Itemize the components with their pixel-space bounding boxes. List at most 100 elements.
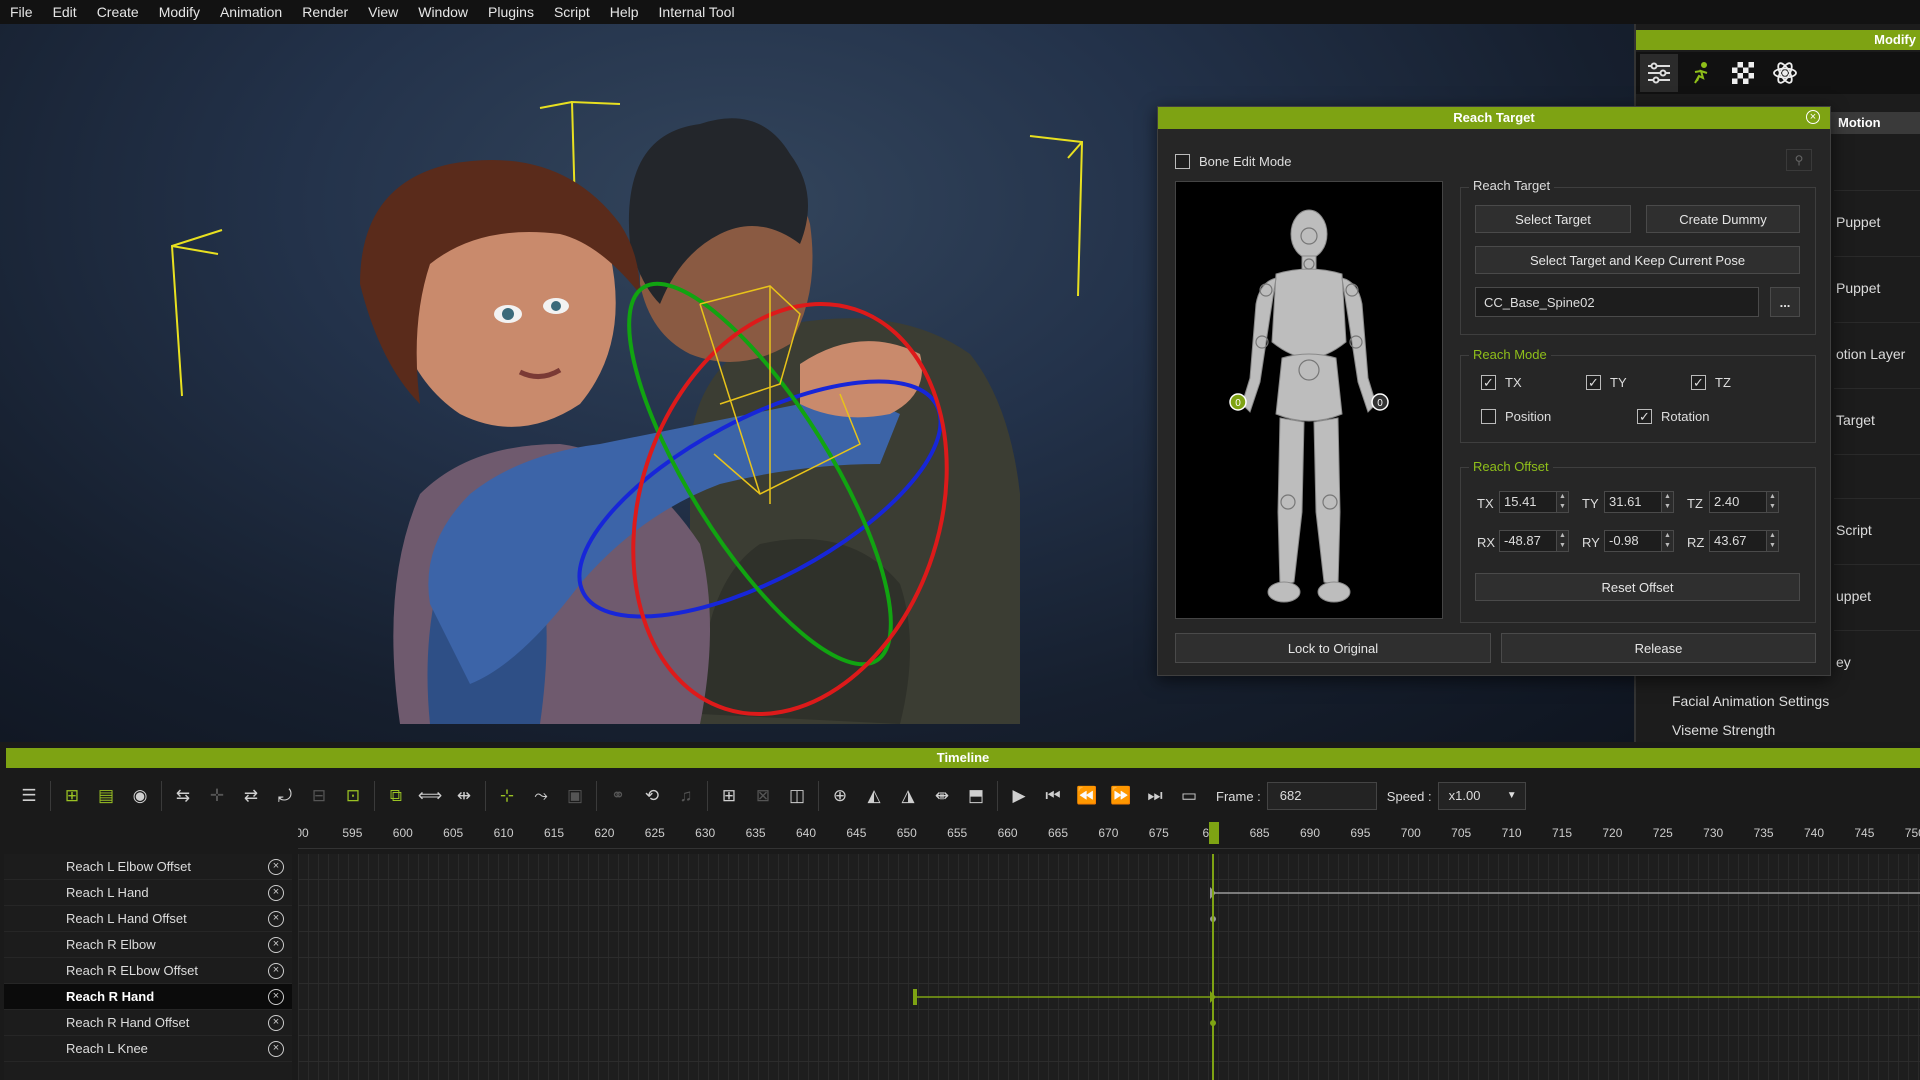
select-target-keep-pose-button[interactable]: Select Target and Keep Current Pose: [1475, 246, 1800, 274]
offset-rz-spinner[interactable]: 43.67 ▲ ▼: [1709, 530, 1779, 552]
next-frame-icon[interactable]: ⏩: [1104, 780, 1138, 812]
mode-tz-checkbox[interactable]: ✓: [1691, 375, 1706, 390]
side-item-script[interactable]: Script: [1834, 498, 1920, 560]
browse-button[interactable]: ...: [1770, 287, 1800, 317]
offset-rx-value[interactable]: -48.87: [1499, 530, 1557, 552]
menu-modify[interactable]: Modify: [149, 0, 210, 24]
offset-rz-arrows[interactable]: ▲ ▼: [1767, 530, 1779, 552]
break-clip-icon[interactable]: ⧉: [379, 780, 413, 812]
menu-view[interactable]: View: [358, 0, 408, 24]
mode-position-checkbox[interactable]: [1481, 409, 1496, 424]
collect-clip-icon[interactable]: ⊞: [55, 780, 89, 812]
key-tools-icon[interactable]: ⊹: [490, 780, 524, 812]
menu-animation[interactable]: Animation: [210, 0, 292, 24]
checker-icon[interactable]: [1724, 54, 1762, 92]
track-reach-l-elbow-offset[interactable]: Reach L Elbow Offset ×: [4, 854, 292, 880]
offset-tz-spinner[interactable]: 2.40 ▲ ▼: [1709, 491, 1779, 513]
offset-ry-spinner[interactable]: -0.98 ▲ ▼: [1604, 530, 1674, 552]
loop-icon[interactable]: ⟲: [635, 780, 669, 812]
play-icon[interactable]: ▶: [1002, 780, 1036, 812]
facial-animation-settings[interactable]: Facial Animation Settings: [1672, 693, 1829, 709]
offset-rx-spinner[interactable]: -48.87 ▲ ▼: [1499, 530, 1569, 552]
side-item-motion-layer[interactable]: otion Layer: [1834, 322, 1920, 384]
track-list-icon[interactable]: ☰: [12, 780, 46, 812]
side-item-puppet-3[interactable]: uppet: [1834, 564, 1920, 626]
offset-rx-arrows[interactable]: ▲ ▼: [1557, 530, 1569, 552]
clip-icon[interactable]: ⊡: [336, 780, 370, 812]
offset-ry-value[interactable]: -0.98: [1604, 530, 1662, 552]
clip-layer-icon[interactable]: ▤: [89, 780, 123, 812]
export-range-icon[interactable]: ⬒: [959, 780, 993, 812]
frame-input[interactable]: 682: [1266, 782, 1377, 810]
menu-edit[interactable]: Edit: [43, 0, 87, 24]
release-button[interactable]: Release: [1501, 633, 1816, 663]
create-dummy-button[interactable]: Create Dummy: [1646, 205, 1800, 233]
atom-icon[interactable]: [1766, 54, 1804, 92]
timeline-ruler[interactable]: 00 595 600 605 610 615 620 625 630 635 640 645 650 65…: [298, 824, 1920, 849]
zoom-icon[interactable]: ⊕: [823, 780, 857, 812]
remove-track-icon[interactable]: ×: [268, 1015, 284, 1031]
remove-track-icon[interactable]: ×: [268, 885, 284, 901]
track-reach-r-elbow-offset[interactable]: Reach R ELbow Offset ×: [4, 958, 292, 984]
stretch-icon[interactable]: ⟺: [413, 780, 447, 812]
menu-create[interactable]: Create: [87, 0, 149, 24]
track-reach-r-hand-offset[interactable]: Reach R Hand Offset ×: [4, 1010, 292, 1036]
remove-track-icon[interactable]: ×: [268, 1041, 284, 1057]
loop-mode-icon[interactable]: ▭: [1172, 780, 1206, 812]
offset-ry-arrows[interactable]: ▲ ▼: [1662, 530, 1674, 552]
offset-tz-arrows[interactable]: ▲ ▼: [1767, 491, 1779, 513]
side-item-blank[interactable]: [1834, 454, 1920, 494]
lock-to-original-button[interactable]: Lock to Original: [1175, 633, 1491, 663]
fit-range-icon[interactable]: ⇹: [447, 780, 481, 812]
sliders-icon[interactable]: [1640, 54, 1678, 92]
mark-in-icon[interactable]: ◭: [857, 780, 891, 812]
mode-tx-checkbox[interactable]: ✓: [1481, 375, 1496, 390]
offset-tz-value[interactable]: 2.40: [1709, 491, 1767, 513]
mark-out-icon[interactable]: ◮: [891, 780, 925, 812]
select-target-button[interactable]: Select Target: [1475, 205, 1631, 233]
remove-track-icon[interactable]: ×: [268, 937, 284, 953]
fit-all-icon[interactable]: ⇼: [925, 780, 959, 812]
offset-ty-value[interactable]: 31.61: [1604, 491, 1662, 513]
curve-icon[interactable]: ⤳: [524, 780, 558, 812]
prev-frame-icon[interactable]: ⏪: [1070, 780, 1104, 812]
bone-tool-icon[interactable]: ⚲: [1786, 149, 1812, 171]
target-name-field[interactable]: CC_Base_Spine02: [1475, 287, 1759, 317]
offset-tx-arrows[interactable]: ▲ ▼: [1557, 491, 1569, 513]
menu-internal-tool[interactable]: Internal Tool: [649, 0, 745, 24]
tab-motion[interactable]: Motion: [1826, 112, 1920, 134]
body-map[interactable]: 0 0: [1175, 181, 1443, 619]
offset-tx-value[interactable]: 15.41: [1499, 491, 1557, 513]
mode-rotation-checkbox[interactable]: ✓: [1637, 409, 1652, 424]
track-reach-r-elbow[interactable]: Reach R Elbow ×: [4, 932, 292, 958]
tracks-area[interactable]: [298, 854, 1920, 1080]
swap-icon[interactable]: ⇆: [166, 780, 200, 812]
motion-figure-icon[interactable]: [1682, 54, 1720, 92]
transition-icon[interactable]: ⇄: [234, 780, 268, 812]
track-reach-r-hand[interactable]: Reach R Hand ×: [4, 984, 292, 1010]
close-icon[interactable]: ×: [1806, 110, 1820, 124]
first-frame-icon[interactable]: ⏮: [1036, 780, 1070, 812]
speed-select[interactable]: x1.00 ▼: [1437, 782, 1526, 810]
range-icon[interactable]: ◫: [780, 780, 814, 812]
remove-track-icon[interactable]: ×: [268, 859, 284, 875]
menu-window[interactable]: Window: [408, 0, 478, 24]
side-item-puppet-2[interactable]: Puppet: [1834, 256, 1920, 318]
menu-plugins[interactable]: Plugins: [478, 0, 544, 24]
track-reach-l-hand-offset[interactable]: Reach L Hand Offset ×: [4, 906, 292, 932]
offset-ty-arrows[interactable]: ▲ ▼: [1662, 491, 1674, 513]
offset-ty-spinner[interactable]: 31.61 ▲ ▼: [1604, 491, 1674, 513]
track-reach-l-knee[interactable]: Reach L Knee ×: [4, 1036, 292, 1062]
menu-render[interactable]: Render: [292, 0, 358, 24]
reset-offset-button[interactable]: Reset Offset: [1475, 573, 1800, 601]
track-reach-l-hand[interactable]: Reach L Hand ×: [4, 880, 292, 906]
remove-track-icon[interactable]: ×: [268, 911, 284, 927]
view-icon[interactable]: ◉: [123, 780, 157, 812]
remove-track-icon[interactable]: ×: [268, 989, 284, 1005]
playhead-handle[interactable]: [1209, 822, 1219, 844]
offset-tx-spinner[interactable]: 15.41 ▲ ▼: [1499, 491, 1569, 513]
offset-rz-value[interactable]: 43.67: [1709, 530, 1767, 552]
side-item-key[interactable]: ey: [1834, 630, 1920, 692]
side-item-target[interactable]: Target: [1834, 388, 1920, 450]
side-item-puppet-1[interactable]: Puppet: [1834, 190, 1920, 252]
